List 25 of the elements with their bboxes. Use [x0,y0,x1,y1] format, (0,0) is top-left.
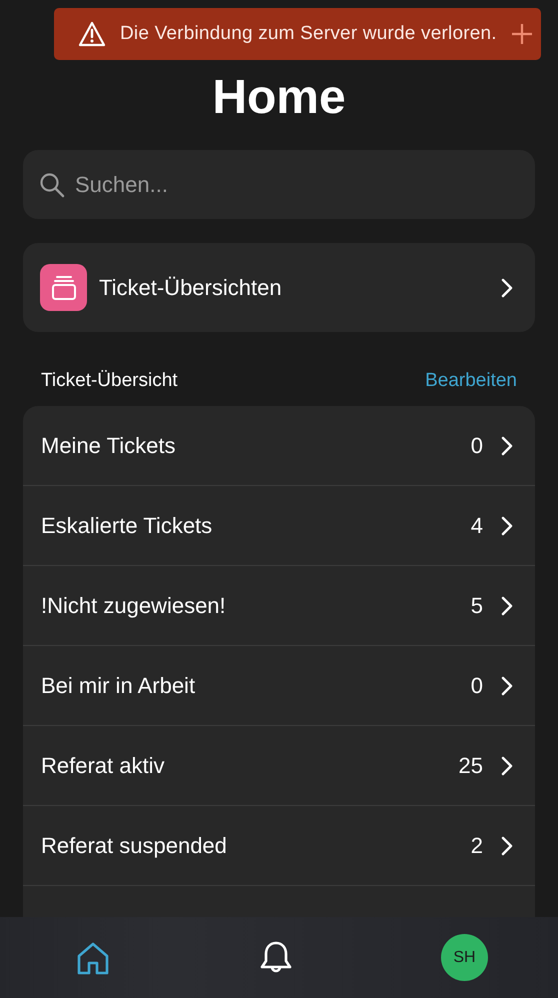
ticket-overviews-button[interactable]: Ticket-Übersichten [23,243,535,332]
chevron-right-icon [501,436,513,456]
overview-item[interactable]: Bei mir in Arbeit 0 [23,646,535,726]
search-field[interactable]: Suchen... [23,150,535,219]
overview-item[interactable]: Referat aktiv 25 [23,726,535,806]
overview-item[interactable]: !Nicht zugewiesen! 5 [23,566,535,646]
overview-item[interactable]: Referat suspended 2 [23,806,535,886]
home-icon [76,940,110,974]
chevron-right-icon [501,676,513,696]
edit-link[interactable]: Bearbeiten [425,370,517,392]
overview-item[interactable]: Meine Tickets 0 [23,406,535,486]
home-tab[interactable] [76,940,110,974]
section-title: Ticket-Übersicht [41,370,178,392]
overview-item[interactable]: Eskalierte Tickets 4 [23,486,535,566]
chevron-right-icon [501,756,513,776]
warning-icon [78,21,106,47]
chevron-right-icon [501,278,513,298]
avatar[interactable]: SH [441,934,488,981]
chevron-right-icon [501,596,513,616]
chevron-right-icon [501,836,513,856]
chevron-right-icon [501,516,513,536]
error-message: Die Verbindung zum Server wurde verloren. [120,23,497,45]
close-icon[interactable] [511,23,533,45]
page-title: Home [211,70,347,126]
ticket-stack-icon [40,264,87,311]
